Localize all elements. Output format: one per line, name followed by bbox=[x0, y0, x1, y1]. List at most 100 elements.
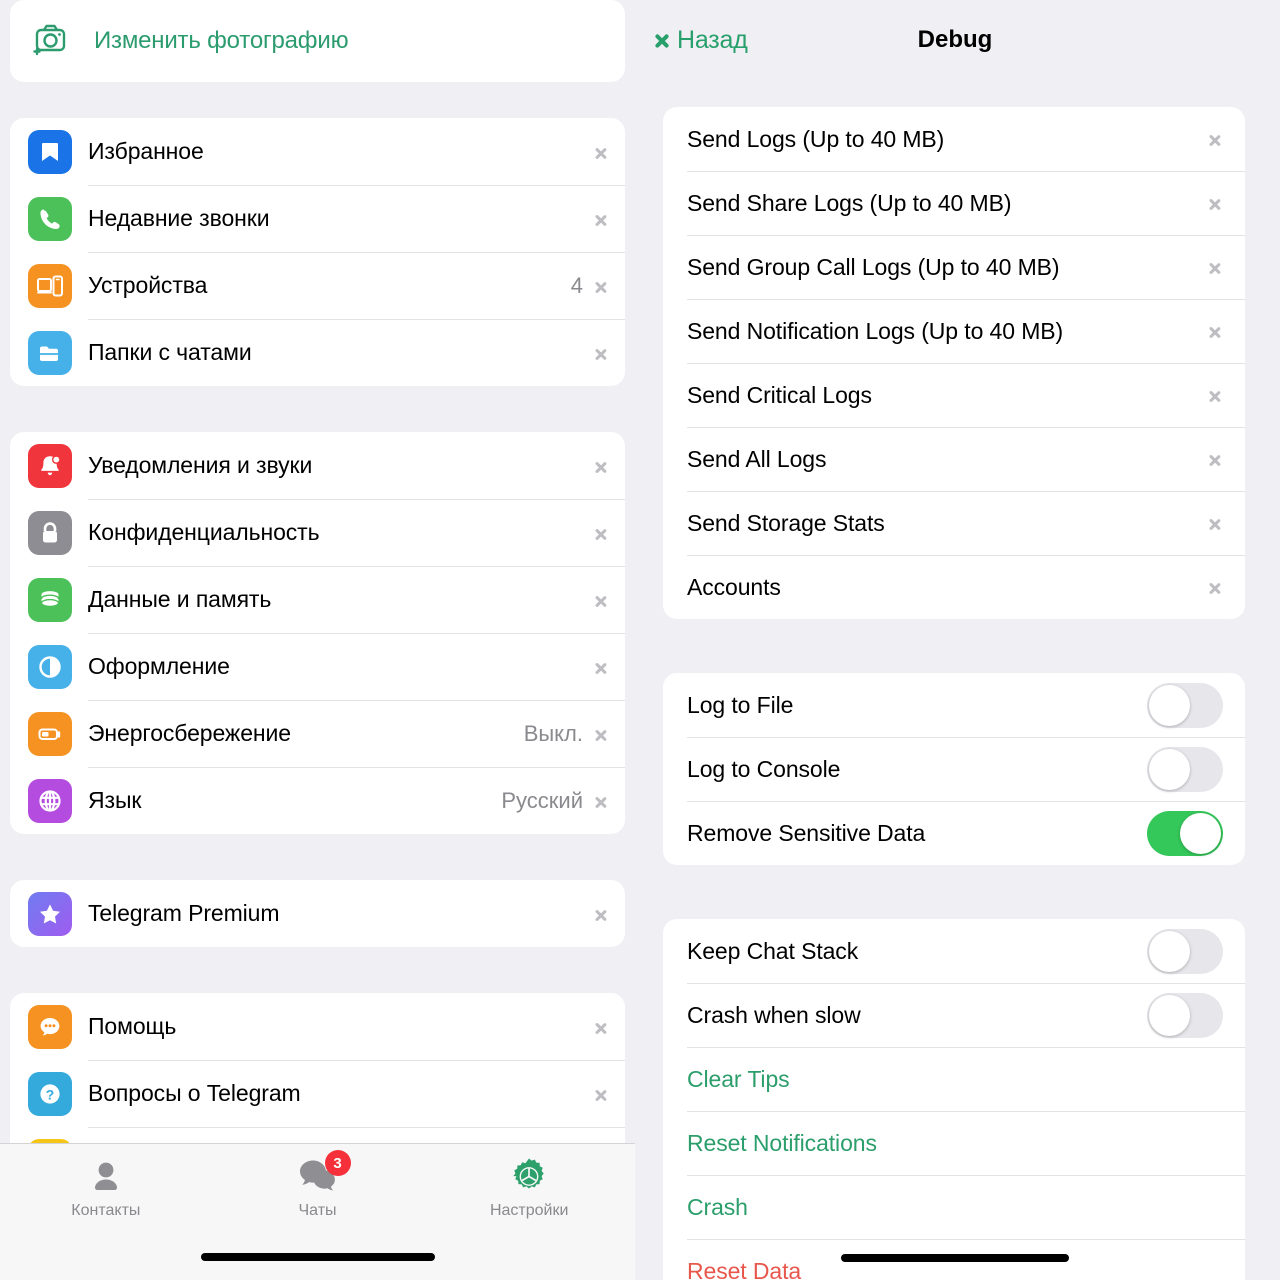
split-settings-screen: Изменить фотографию Избранное Недавние з… bbox=[0, 0, 1280, 1280]
debug-row-send-storage-stats[interactable]: Send Storage Stats bbox=[663, 491, 1245, 555]
debug-row-keep-chat-stack[interactable]: Keep Chat Stack bbox=[663, 919, 1245, 983]
change-photo-card: Изменить фотографию bbox=[10, 0, 625, 82]
settings-pane: Изменить фотографию Избранное Недавние з… bbox=[0, 0, 635, 1280]
row-label: Вопросы о Telegram bbox=[88, 1080, 301, 1106]
sidebar-item-ask-question[interactable]: Помощь bbox=[10, 993, 625, 1060]
sidebar-item-notifications[interactable]: Уведомления и звуки bbox=[10, 432, 625, 499]
sidebar-item-chat-folders[interactable]: Папки с чатами bbox=[10, 319, 625, 386]
crash-when-slow-toggle[interactable] bbox=[1147, 992, 1223, 1038]
sidebar-item-data-storage[interactable]: Данные и память bbox=[10, 566, 625, 633]
debug-row-remove-sensitive-data[interactable]: Remove Sensitive Data bbox=[663, 801, 1245, 865]
chevron-right-icon bbox=[1209, 447, 1223, 471]
debug-header: Назад Debug bbox=[635, 0, 1275, 80]
row-label: Оформление bbox=[88, 653, 230, 679]
chevron-right-icon bbox=[595, 140, 609, 164]
debug-row-crash[interactable]: Crash bbox=[663, 1175, 1245, 1239]
chevron-right-icon bbox=[595, 1082, 609, 1106]
row-label: Избранное bbox=[88, 138, 204, 164]
row-label: Crash when slow bbox=[687, 1001, 861, 1028]
row-label: Энергосбережение bbox=[88, 720, 291, 746]
debug-row-reset-notifications[interactable]: Reset Notifications bbox=[663, 1111, 1245, 1175]
remove-sensitive-data-toggle[interactable] bbox=[1147, 810, 1223, 856]
sidebar-item-recent-calls[interactable]: Недавние звонки bbox=[10, 185, 625, 252]
person-icon bbox=[83, 1154, 129, 1200]
row-label: Устройства bbox=[88, 272, 208, 298]
row-label: Send Share Logs (Up to 40 MB) bbox=[687, 189, 1012, 216]
tab-label: Контакты bbox=[71, 1202, 141, 1219]
change-photo-button[interactable]: Изменить фотографию bbox=[10, 0, 625, 82]
tab-bar: Контакты 3 Чаты Настройки bbox=[0, 1143, 635, 1280]
row-label: Недавние звонки bbox=[88, 205, 270, 231]
settings-group-preferences: Уведомления и звуки Конфиденциальность Д… bbox=[10, 432, 625, 834]
devices-icon bbox=[28, 263, 72, 308]
debug-row-clear-tips[interactable]: Clear Tips bbox=[663, 1047, 1245, 1111]
row-label: Telegram Premium bbox=[88, 900, 280, 926]
chevron-right-icon bbox=[1209, 127, 1223, 151]
bell-icon bbox=[28, 443, 72, 488]
row-label: Данные и память bbox=[88, 586, 272, 612]
keep-chat-stack-toggle[interactable] bbox=[1147, 928, 1223, 974]
debug-logging-card: Log to File Log to Console Remove Sensit… bbox=[663, 673, 1245, 865]
tab-contacts[interactable]: Контакты bbox=[0, 1144, 212, 1239]
chevron-right-icon bbox=[595, 655, 609, 679]
debug-row-send-critical-logs[interactable]: Send Critical Logs bbox=[663, 363, 1245, 427]
debug-logs-card: Send Logs (Up to 40 MB) Send Share Logs … bbox=[663, 107, 1245, 619]
back-label: Назад bbox=[677, 25, 748, 54]
chevron-right-icon bbox=[1209, 191, 1223, 215]
chats-icon: 3 bbox=[295, 1150, 351, 1200]
row-label: Помощь bbox=[88, 1013, 177, 1039]
debug-row-send-logs[interactable]: Send Logs (Up to 40 MB) bbox=[663, 107, 1245, 171]
sidebar-item-telegram-premium[interactable]: Telegram Premium bbox=[10, 880, 625, 947]
debug-row-send-notification-logs[interactable]: Send Notification Logs (Up to 40 MB) bbox=[663, 299, 1245, 363]
log-to-file-toggle[interactable] bbox=[1147, 682, 1223, 728]
tab-chats[interactable]: 3 Чаты bbox=[212, 1144, 424, 1239]
phone-icon bbox=[28, 196, 72, 241]
sidebar-item-language[interactable]: Язык Русский bbox=[10, 767, 625, 834]
sidebar-item-telegram-faq[interactable]: ? Вопросы о Telegram bbox=[10, 1060, 625, 1127]
row-label: Send Group Call Logs (Up to 40 MB) bbox=[687, 253, 1060, 280]
debug-row-send-share-logs[interactable]: Send Share Logs (Up to 40 MB) bbox=[663, 171, 1245, 235]
debug-row-log-to-file[interactable]: Log to File bbox=[663, 673, 1245, 737]
sidebar-item-appearance[interactable]: Оформление bbox=[10, 633, 625, 700]
tab-settings[interactable]: Настройки bbox=[423, 1144, 635, 1239]
tab-label: Настройки bbox=[489, 1202, 569, 1219]
row-label: Remove Sensitive Data bbox=[687, 819, 926, 846]
debug-row-accounts[interactable]: Accounts bbox=[663, 555, 1245, 619]
row-label: Reset Notifications bbox=[687, 1129, 877, 1156]
settings-scroll-area[interactable]: Изменить фотографию Избранное Недавние з… bbox=[0, 0, 635, 1280]
row-label: Язык bbox=[88, 787, 142, 813]
bookmark-icon bbox=[28, 129, 72, 174]
debug-row-send-group-call-logs[interactable]: Send Group Call Logs (Up to 40 MB) bbox=[663, 235, 1245, 299]
chevron-right-icon bbox=[595, 1015, 609, 1039]
row-label: Send All Logs bbox=[687, 445, 827, 472]
row-label: Конфиденциальность bbox=[88, 519, 320, 545]
debug-row-send-all-logs[interactable]: Send All Logs bbox=[663, 427, 1245, 491]
debug-row-crash-when-slow[interactable]: Crash when slow bbox=[663, 983, 1245, 1047]
sidebar-item-saved[interactable]: Избранное bbox=[10, 118, 625, 185]
chevron-right-icon bbox=[595, 722, 609, 746]
back-button[interactable]: Назад bbox=[653, 0, 748, 80]
chevron-right-icon bbox=[595, 588, 609, 612]
lock-icon bbox=[28, 510, 72, 555]
chevron-right-icon bbox=[595, 454, 609, 478]
log-to-console-toggle[interactable] bbox=[1147, 746, 1223, 792]
debug-row-log-to-console[interactable]: Log to Console bbox=[663, 737, 1245, 801]
sidebar-item-power-saving[interactable]: Энергосбережение Выкл. bbox=[10, 700, 625, 767]
chevron-right-icon bbox=[595, 274, 609, 298]
row-value: Выкл. bbox=[523, 720, 583, 746]
sidebar-item-privacy[interactable]: Конфиденциальность bbox=[10, 499, 625, 566]
battery-icon bbox=[28, 711, 72, 756]
chevron-right-icon bbox=[1209, 319, 1223, 343]
unread-badge: 3 bbox=[324, 1150, 351, 1176]
sidebar-item-devices[interactable]: Устройства 4 bbox=[10, 252, 625, 319]
debug-pane: Назад Debug Send Logs (Up to 40 MB) Send… bbox=[635, 0, 1275, 1280]
chevron-right-icon bbox=[1209, 575, 1223, 599]
change-photo-label: Изменить фотографию bbox=[94, 27, 349, 54]
row-label: Clear Tips bbox=[687, 1065, 790, 1092]
home-indicator bbox=[200, 1253, 435, 1261]
